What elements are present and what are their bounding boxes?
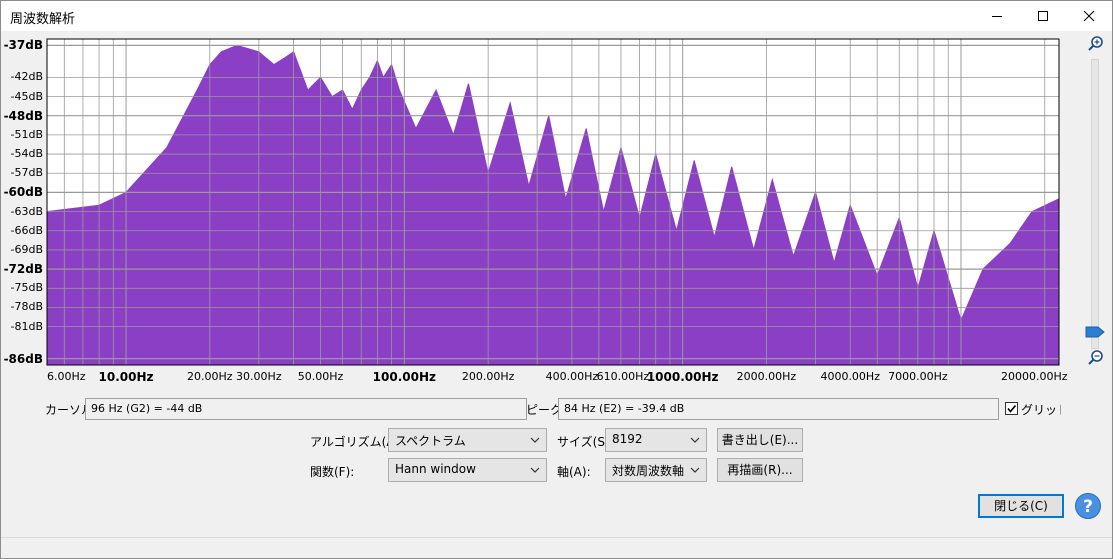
zoom-slider-thumb[interactable]: [1085, 326, 1105, 338]
replot-button[interactable]: 再描画(R)...: [717, 458, 803, 482]
spectrum-plot[interactable]: [1, 1, 1113, 391]
x-tick-label: 50.00Hz: [297, 370, 344, 383]
y-tick-label: -37dB: [3, 38, 43, 53]
close-button[interactable]: 閉じる(C): [978, 494, 1064, 518]
y-tick-label: -60dB: [3, 185, 43, 200]
size-select[interactable]: 8192: [605, 428, 707, 452]
x-tick-label: 6.00Hz: [47, 370, 86, 383]
help-button[interactable]: ?: [1075, 493, 1101, 519]
chevron-down-icon: [530, 467, 540, 473]
y-tick-label: -81dB: [10, 319, 44, 333]
x-tick-label: 20000.00Hz: [1001, 370, 1068, 383]
export-button[interactable]: 書き出し(E)...: [717, 428, 803, 452]
function-value: Hann window: [395, 462, 476, 476]
zoom-out-icon[interactable]: [1087, 349, 1105, 367]
x-tick-label: 610.00Hz: [596, 370, 650, 383]
zoom-in-icon[interactable]: [1087, 35, 1105, 53]
chevron-down-icon: [530, 437, 540, 443]
frequency-analysis-window: 周波数解析 -37dB -42dB -45dB -48dB -51dB -54dB -57d…: [0, 0, 1113, 559]
y-tick-label: -45dB: [10, 89, 44, 103]
x-tick-label: 2000.00Hz: [736, 370, 797, 383]
x-tick-label: 10.00Hz: [98, 370, 154, 384]
y-tick-label: -78dB: [10, 300, 44, 314]
y-tick-label: -86dB: [3, 351, 43, 366]
y-tick-label: -51dB: [10, 127, 44, 141]
y-tick-label: -48dB: [3, 108, 43, 123]
algorithm-value: スペクトラム: [395, 434, 466, 448]
x-tick-label: 100.00Hz: [372, 370, 437, 384]
axis-label: 軸(A):: [557, 465, 591, 479]
y-tick-label: -63dB: [10, 204, 44, 218]
x-tick-label: 400.00Hz: [545, 370, 599, 383]
x-tick-label: 1000.00Hz: [646, 370, 719, 384]
axis-value: 対数周波数軸: [612, 464, 685, 478]
y-tick-label: -72dB: [3, 262, 43, 277]
y-tick-label: -66dB: [10, 223, 44, 237]
checkmark-icon: [1007, 404, 1017, 413]
y-tick-label: -57dB: [10, 166, 44, 180]
grid-checkbox[interactable]: [1005, 402, 1018, 415]
x-tick-label: 7000.00Hz: [888, 370, 948, 383]
cursor-readout: 96 Hz (G2) = -44 dB: [85, 398, 527, 420]
x-tick-label: 200.00Hz: [461, 370, 515, 383]
x-tick-label: 30.00Hz: [236, 370, 282, 383]
x-tick-label: 20.00Hz: [187, 370, 233, 383]
x-tick-label: 4000.00Hz: [820, 370, 880, 383]
y-tick-label: -75dB: [10, 281, 44, 295]
grid-label: グリッド(: [1021, 403, 1061, 417]
function-select[interactable]: Hann window: [388, 458, 547, 482]
size-value: 8192: [612, 432, 643, 446]
peak-readout: 84 Hz (E2) = -39.4 dB: [558, 398, 999, 420]
status-bar-divider: [1, 537, 1112, 538]
function-label: 関数(F):: [310, 465, 355, 479]
chevron-down-icon: [690, 437, 700, 443]
zoom-slider-track[interactable]: [1091, 59, 1099, 349]
y-tick-label: -42dB: [10, 70, 44, 84]
axis-select[interactable]: 対数周波数軸: [605, 458, 707, 482]
y-tick-label: -69dB: [10, 242, 44, 256]
algorithm-select[interactable]: スペクトラム: [388, 428, 547, 452]
chevron-down-icon: [690, 467, 700, 473]
y-tick-label: -54dB: [10, 147, 44, 161]
